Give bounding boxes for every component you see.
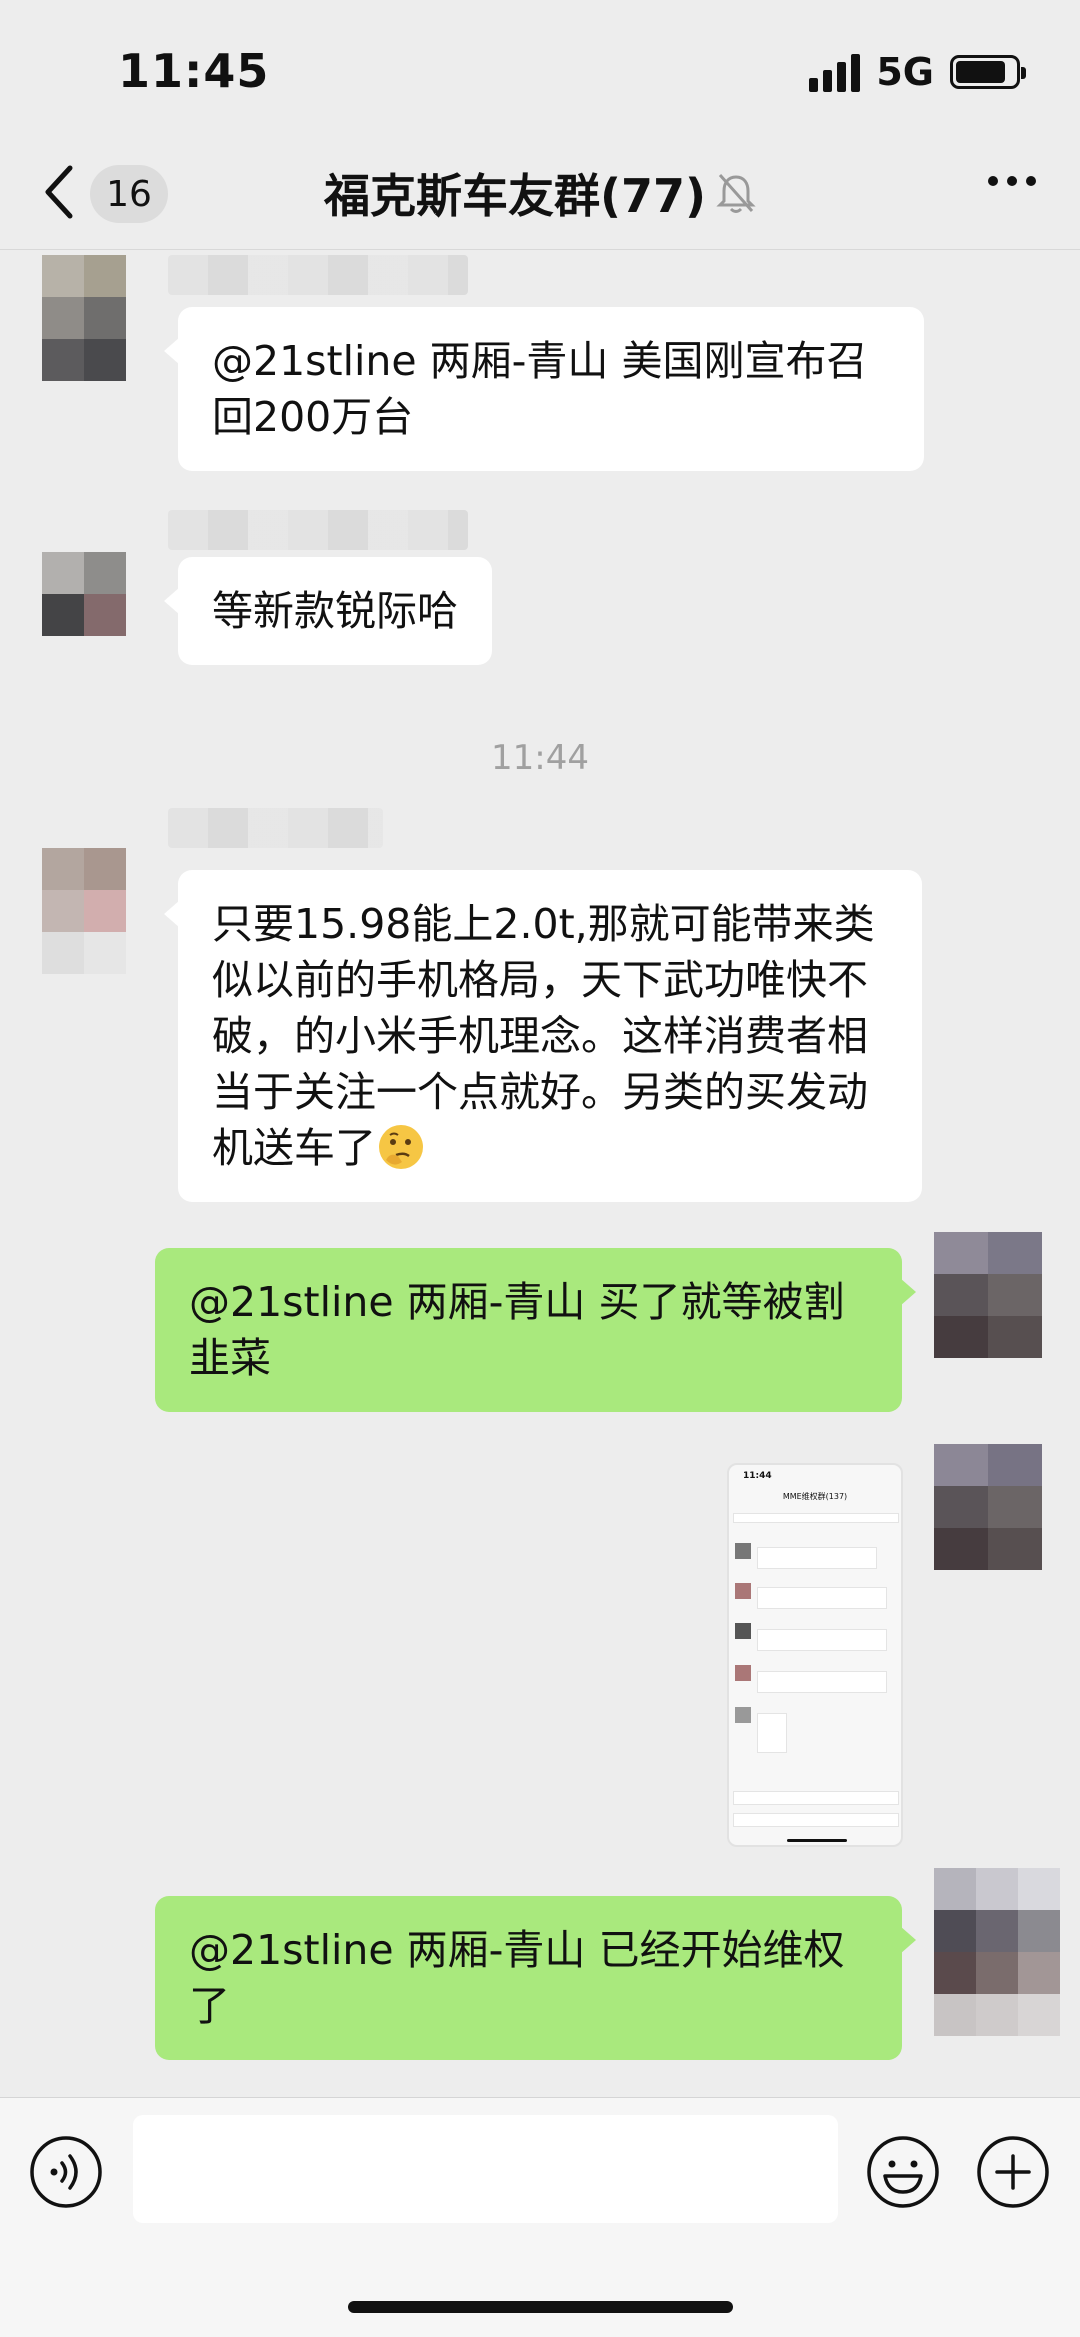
message-text: 只要15.98能上2.0t,那就可能带来类似以前的手机格局，天下武功唯快不破，的… [212,900,875,1172]
sender-name-blurred [168,255,468,295]
signal-icon [809,52,861,92]
sender-avatar[interactable] [42,848,126,974]
image-message-thumbnail[interactable]: 11:44 MME维权群(137) [727,1463,903,1847]
plus-more-icon[interactable] [975,2134,1051,2210]
self-avatar[interactable] [934,1868,1060,2036]
thumb-title: MME维权群(137) [782,1492,848,1501]
sender-name-blurred [168,510,468,550]
chat-title[interactable]: 福克斯车友群(77) [324,160,706,226]
sender-avatar[interactable] [42,255,126,381]
mute-bell-icon [716,174,756,213]
time-divider: 11:44 [491,738,589,778]
self-message-bubble[interactable]: @21stline 两厢-青山 买了就等被割韭菜 [155,1248,916,1412]
voice-input-icon[interactable] [28,2134,104,2210]
status-time: 11:45 [118,44,270,98]
thumb-time: 11:44 [743,1471,772,1481]
message-bubble[interactable]: 只要15.98能上2.0t,那就可能带来类似以前的手机格局，天下武功唯快不破，的… [164,870,922,1202]
status-indicators: 5G [809,50,1026,94]
more-options-button[interactable] [988,176,1036,186]
battery-icon [950,55,1026,89]
self-message-bubble[interactable]: @21stline 两厢-青山 已经开始维权了 [155,1896,916,2060]
chat-title-group[interactable]: 福克斯车友群(77) [0,160,1080,226]
self-avatar[interactable] [934,1444,1042,1570]
self-avatar[interactable] [934,1232,1042,1358]
message-input[interactable] [133,2115,838,2223]
home-indicator[interactable] [348,2301,733,2313]
sender-avatar[interactable] [42,552,126,636]
message-bubble[interactable]: 等新款锐际哈 [164,557,492,665]
chat-header: 16 福克斯车友群(77) [0,140,1080,250]
status-bar: 11:45 5G [0,0,1080,130]
sender-name-blurred [168,808,383,848]
network-label: 5G [876,50,934,94]
emoji-picker-icon[interactable] [865,2134,941,2210]
message-bubble[interactable]: @21stline 两厢-青山 美国刚宣布召回200万台 [164,307,924,471]
thinking-face-emoji-icon [379,1125,423,1169]
